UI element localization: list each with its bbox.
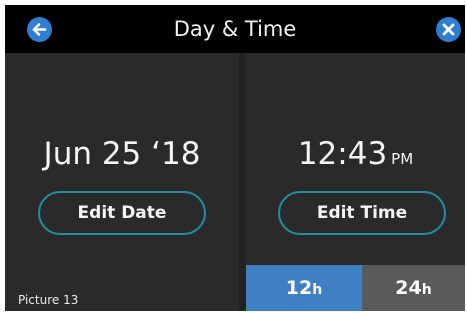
format-24h-number: 24 bbox=[395, 277, 422, 299]
picture-caption: Picture 13 bbox=[18, 293, 79, 307]
format-24h-button[interactable]: 24h bbox=[362, 265, 465, 311]
current-time: 12:43 bbox=[297, 136, 388, 172]
current-time-display: 12:43 PM bbox=[246, 136, 465, 172]
edit-date-button[interactable]: Edit Date bbox=[38, 191, 206, 235]
close-button[interactable] bbox=[436, 17, 461, 42]
date-panel: Jun 25 ‘18 Edit Date bbox=[5, 53, 239, 311]
panel-divider bbox=[239, 53, 246, 311]
current-date: Jun 25 ‘18 bbox=[43, 136, 201, 172]
close-icon bbox=[442, 23, 455, 36]
format-24h-unit: h bbox=[421, 282, 432, 298]
format-12h-button[interactable]: 12h bbox=[246, 265, 362, 311]
format-12h-number: 12 bbox=[285, 277, 313, 299]
time-period: PM bbox=[391, 150, 414, 168]
day-time-screen: Day & Time Jun 25 ‘18 Edit Date 12:43 PM … bbox=[5, 5, 465, 311]
edit-time-button[interactable]: Edit Time bbox=[278, 191, 446, 235]
page-title: Day & Time bbox=[173, 17, 297, 41]
header-bar: Day & Time bbox=[5, 5, 465, 53]
format-12h-unit: h bbox=[312, 282, 323, 298]
